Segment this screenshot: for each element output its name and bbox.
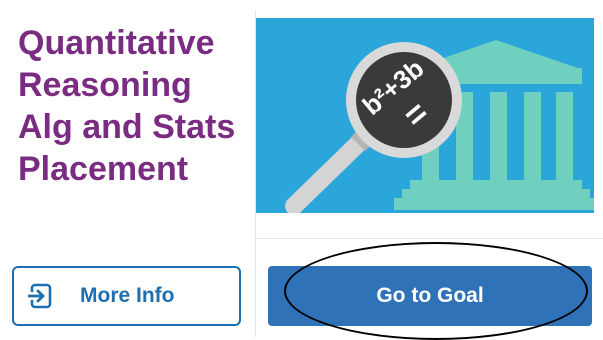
course-hero-image: b²+3b = <box>256 18 594 213</box>
login-arrow-icon <box>28 283 52 309</box>
go-to-goal-label: Go to Goal <box>376 284 484 307</box>
more-info-button[interactable]: More Info <box>12 266 241 326</box>
course-title: Quantitative Reasoning Alg and Stats Pla… <box>18 24 236 188</box>
go-to-goal-button[interactable]: Go to Goal <box>268 266 592 326</box>
magnifier-formula-illustration: b²+3b = <box>285 40 594 213</box>
horizontal-divider <box>256 238 603 239</box>
more-info-label: More Info <box>80 284 175 307</box>
